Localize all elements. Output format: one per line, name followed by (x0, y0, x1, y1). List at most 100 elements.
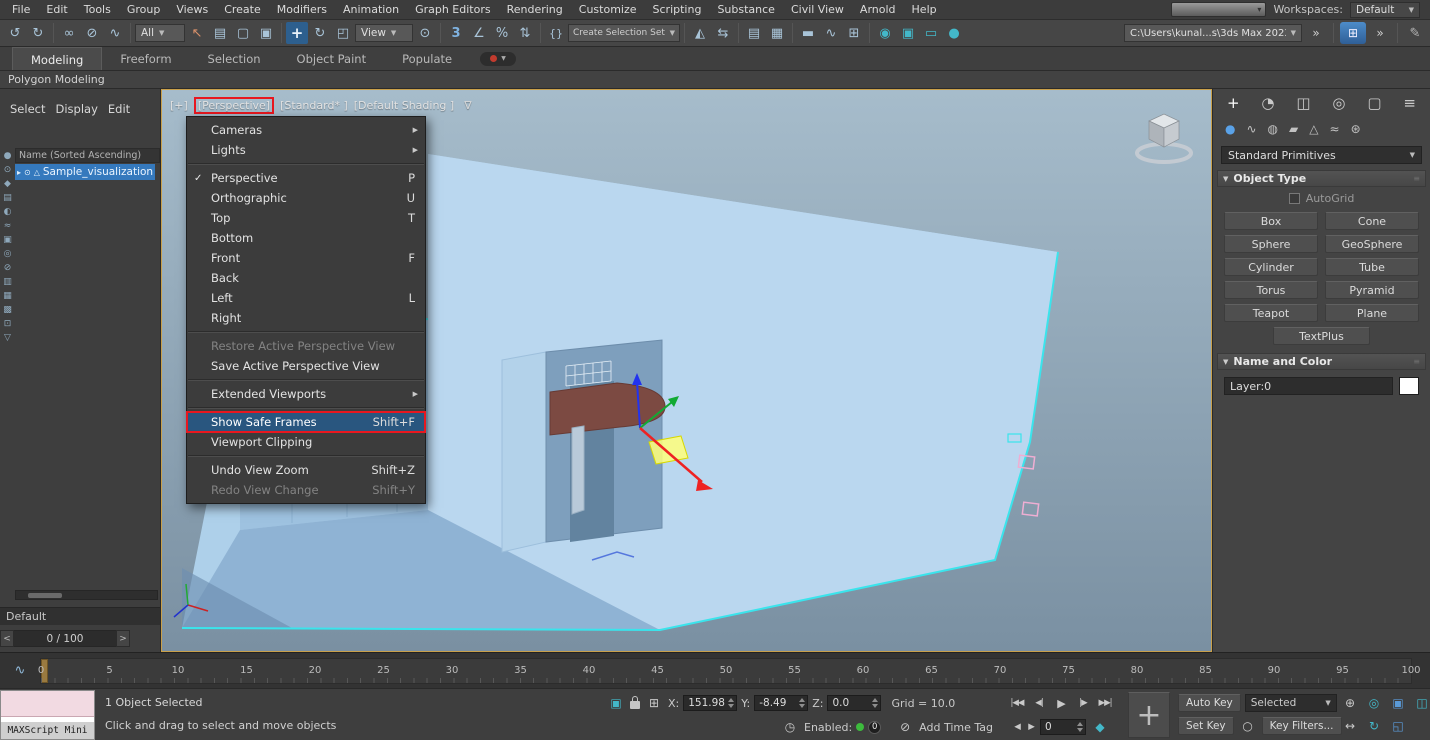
snaps-toggle-button[interactable]: 3 (445, 22, 467, 44)
category-lights-icon[interactable]: ◍ (1268, 122, 1278, 136)
geosphere-button[interactable]: GeoSphere (1325, 235, 1419, 253)
ribbon-config-button[interactable]: ▼ (480, 52, 516, 66)
cylinder-button[interactable]: Cylinder (1224, 258, 1318, 276)
tab-modify[interactable]: ◔ (1261, 94, 1274, 112)
spinner-icon[interactable] (1077, 722, 1083, 732)
selection-lock-icon[interactable] (630, 701, 640, 709)
orbit-icon[interactable]: ↻ (1364, 717, 1384, 735)
zoom-extents-icon[interactable]: ◎ (1364, 694, 1384, 712)
category-systems-icon[interactable]: ⊛ (1351, 122, 1361, 136)
menu-animation[interactable]: Animation (335, 0, 407, 20)
teapot-button[interactable]: Teapot (1224, 304, 1318, 322)
object-color-swatch[interactable] (1399, 377, 1419, 395)
menu-item-show-safe-frames[interactable]: Show Safe FramesShift+F (187, 412, 425, 432)
set-key-mode-icon[interactable]: ○ (1238, 717, 1258, 735)
key-filters-button[interactable]: Key Filters... (1262, 717, 1342, 735)
x-coordinate-field[interactable]: 151.98 (683, 695, 737, 711)
explorer-filter-icon-7[interactable]: ◎ (4, 249, 12, 259)
ribbon-tab-modeling[interactable]: Modeling (12, 47, 102, 70)
tab-display[interactable]: ▢ (1367, 94, 1381, 112)
category-spacewarps-icon[interactable]: ≈ (1330, 122, 1340, 136)
explorer-filter-icon-5[interactable]: ≈ (4, 221, 12, 231)
named-selection-set-combobox[interactable]: Create Selection Set▼ (568, 24, 680, 42)
select-and-rotate-button[interactable]: ↻ (309, 22, 331, 44)
select-and-move-button[interactable]: + (286, 22, 308, 44)
next-frame-button[interactable]: |▶ (1074, 694, 1092, 712)
selection-filter-dropdown[interactable]: All▼ (135, 24, 185, 42)
field-of-view-icon[interactable]: ◫ (1412, 694, 1430, 712)
current-frame-field[interactable]: 0 (1040, 719, 1086, 735)
explorer-column-header[interactable]: Name (Sorted Ascending) (15, 148, 160, 163)
toggle-layer-explorer-button[interactable]: ▦ (766, 22, 788, 44)
menu-scripting[interactable]: Scripting (645, 0, 710, 20)
explorer-filter-icon-8[interactable]: ⊘ (4, 263, 12, 273)
explorer-filter-icon-12[interactable]: ⊡ (4, 319, 12, 329)
select-and-scale-button[interactable]: ◰ (332, 22, 354, 44)
viewport-pov-menu[interactable]: [Perspective] (198, 99, 270, 112)
y-coordinate-field[interactable]: -8.49 (754, 695, 808, 711)
toolbar-overflow-chevron-2[interactable]: » (1369, 22, 1391, 44)
visibility-eye-icon[interactable]: ⊙ (24, 168, 31, 177)
tab-hierarchy[interactable]: ◫ (1296, 94, 1310, 112)
menu-arnold[interactable]: Arnold (852, 0, 904, 20)
absolute-mode-icon[interactable]: ⊞ (644, 694, 664, 712)
category-helpers-icon[interactable]: △ (1309, 122, 1318, 136)
timeline-ruler[interactable]: 0510152025303540455055606570758085909510… (40, 658, 1412, 684)
pink-marker-2[interactable] (1022, 502, 1038, 516)
explorer-filter-icon-11[interactable]: ▩ (3, 305, 12, 315)
maximize-viewport-icon[interactable]: ◱ (1388, 717, 1408, 735)
menu-item-orthographic[interactable]: OrthographicU (187, 188, 425, 208)
user-account-dropdown[interactable]: ▾ (1171, 2, 1266, 17)
expander-icon[interactable]: ▸ (17, 168, 21, 177)
angle-snap-button[interactable]: ∠ (468, 22, 490, 44)
bind-to-spacewarp-button[interactable]: ∿ (104, 22, 126, 44)
edit-named-selection-sets-button[interactable]: {} (545, 22, 567, 44)
zoom-region-icon[interactable]: ▣ (1388, 694, 1408, 712)
menu-item-top[interactable]: TopT (187, 208, 425, 228)
explorer-horizontal-scrollbar[interactable] (15, 590, 158, 600)
menu-item-bottom[interactable]: Bottom (187, 228, 425, 248)
category-shapes-icon[interactable]: ∿ (1246, 122, 1256, 136)
frame-next-button[interactable]: > (116, 630, 130, 647)
pan-icon[interactable]: ↔ (1340, 717, 1360, 735)
menu-item-save-active-perspective-view[interactable]: Save Active Perspective View (187, 356, 425, 376)
spinner-icon[interactable] (872, 698, 878, 708)
tube-button[interactable]: Tube (1325, 258, 1419, 276)
workspace-dropdown[interactable]: Default▼ (1350, 2, 1420, 18)
mini-curve-editor-button[interactable]: ∿ (0, 663, 40, 678)
menu-substance[interactable]: Substance (709, 0, 783, 20)
viewport-shading-menu[interactable]: [Default Shading ] (354, 99, 454, 112)
macro-recorder-field[interactable] (1, 691, 94, 717)
scrollbar-thumb[interactable] (28, 593, 62, 598)
tab-utilities[interactable]: ≡ (1403, 94, 1416, 112)
percent-snap-button[interactable]: % (491, 22, 513, 44)
reference-coordinate-dropdown[interactable]: View▼ (355, 24, 413, 42)
autogrid-checkbox[interactable] (1289, 193, 1300, 204)
explorer-filter-icon-3[interactable]: ▤ (3, 193, 12, 203)
align-button[interactable]: ⇆ (712, 22, 734, 44)
select-and-link-button[interactable]: ∞ (58, 22, 80, 44)
menu-views[interactable]: Views (168, 0, 216, 20)
menu-item-left[interactable]: LeftL (187, 288, 425, 308)
select-by-name-button[interactable]: ▤ (209, 22, 231, 44)
menu-item-lights[interactable]: Lights▶ (187, 140, 425, 160)
menu-item-extended-viewports[interactable]: Extended Viewports▶ (187, 384, 425, 404)
tab-motion[interactable]: ◎ (1332, 94, 1345, 112)
render-production-button[interactable]: ● (943, 22, 965, 44)
explorer-menu-display[interactable]: Display (55, 102, 105, 116)
toggle-scene-explorer-button[interactable]: ▤ (743, 22, 765, 44)
explorer-filter-icon-9[interactable]: ▥ (3, 277, 12, 287)
viewport-renderer-menu[interactable]: [Standard* ] (280, 99, 348, 112)
torus-button[interactable]: Torus (1224, 281, 1318, 299)
add-time-tag-button[interactable]: Add Time Tag (919, 721, 993, 734)
explorer-filter-icon-0[interactable]: ● (4, 151, 12, 161)
ribbon-tab-populate[interactable]: Populate (384, 47, 470, 70)
menu-file[interactable]: File (4, 0, 38, 20)
menu-item-perspective[interactable]: ✓PerspectiveP (187, 168, 425, 188)
menu-item-viewport-clipping[interactable]: Viewport Clipping (187, 432, 425, 452)
menu-item-front[interactable]: FrontF (187, 248, 425, 268)
pyramid-button[interactable]: Pyramid (1325, 281, 1419, 299)
selection-set-key-dropdown[interactable]: Selected▼ (1245, 694, 1337, 712)
explorer-filter-icon-6[interactable]: ▣ (3, 235, 12, 245)
viewport-general-menu[interactable]: [+] (170, 99, 188, 112)
